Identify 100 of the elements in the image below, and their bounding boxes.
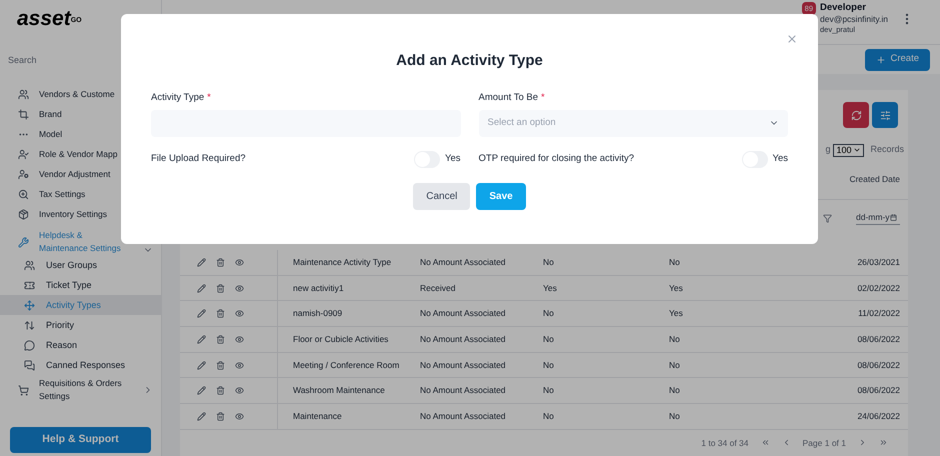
table-cell-text: No xyxy=(669,410,681,423)
first-page-icon[interactable] xyxy=(760,438,770,448)
view-icon[interactable] xyxy=(235,386,244,396)
view-icon[interactable] xyxy=(235,360,244,370)
table-row[interactable]: Maintenance Activity Type No Amount Associated No No 26/03/2021 xyxy=(180,250,908,276)
box-icon xyxy=(18,208,29,220)
table-row[interactable]: Floor or Cubicle Activities No Amount Associated No No 08/06/2022 xyxy=(180,327,908,353)
filter-icon[interactable] xyxy=(823,214,832,222)
table-row[interactable]: Maintenance No Amount Associated No No 24/06/2022 xyxy=(180,404,908,430)
edit-icon[interactable] xyxy=(197,334,206,344)
table-cell-text: Maintenance Activity Type xyxy=(292,256,392,269)
sidebar-item[interactable]: Ticket Type xyxy=(0,275,161,295)
table-cell-text: 08/06/2022 xyxy=(856,384,901,398)
edit-icon[interactable] xyxy=(197,258,206,267)
table-cell-text: Maintenance xyxy=(292,410,343,423)
delete-icon[interactable] xyxy=(216,386,225,396)
refresh-button[interactable] xyxy=(843,102,869,128)
table-cell-text: No Amount Associated xyxy=(420,384,507,398)
table-cell-text: No Amount Associated xyxy=(420,333,507,346)
calendar-icon xyxy=(890,214,897,221)
table-cell-text: Washroom Maintenance xyxy=(292,384,386,398)
table-cell-text: namish-0909 xyxy=(292,307,344,320)
table-cell-text: 26/03/2021 xyxy=(856,256,901,269)
search-field[interactable]: Search xyxy=(8,52,153,68)
table-row[interactable]: new activitiy1 Received Yes Yes 02/02/2022 xyxy=(180,276,908,302)
view-icon[interactable] xyxy=(235,309,244,318)
table-cell-text: No xyxy=(669,384,681,398)
sidebar-item[interactable]: Vendor Adjustment xyxy=(0,164,161,184)
edit-icon[interactable] xyxy=(197,309,206,318)
table-cell-text: No Amount Associated xyxy=(420,256,507,269)
table-cell-text: No xyxy=(543,333,555,346)
table-cell-text: No Amount Associated xyxy=(420,410,507,423)
field-label: Amount To Be xyxy=(478,90,538,104)
required-mark: * xyxy=(207,90,211,104)
wrench-icon xyxy=(18,236,29,248)
settings-button[interactable] xyxy=(872,102,898,128)
user-gear-icon xyxy=(18,168,29,180)
edit-icon[interactable] xyxy=(197,360,206,370)
view-icon[interactable] xyxy=(235,412,244,421)
view-icon[interactable] xyxy=(235,258,244,267)
column-header[interactable]: Created Date xyxy=(849,173,900,186)
required-mark: * xyxy=(541,90,545,104)
table-cell-text: 08/06/2022 xyxy=(856,333,901,346)
delete-icon[interactable] xyxy=(216,309,225,318)
edit-icon[interactable] xyxy=(197,386,206,396)
page-size-select[interactable]: 100 xyxy=(833,144,864,156)
last-page-icon[interactable] xyxy=(879,438,888,448)
table-cell-text: No Amount Associated xyxy=(420,307,507,320)
field-label: Activity Type xyxy=(151,90,204,104)
table-row[interactable]: Meeting / Conference Room No Amount Associated No No 08/06/2022 xyxy=(180,352,908,378)
table-cell-text: No Amount Associated xyxy=(420,358,507,372)
delete-icon[interactable] xyxy=(216,360,225,370)
next-page-icon[interactable] xyxy=(858,438,867,448)
delete-icon[interactable] xyxy=(216,334,225,344)
delete-icon[interactable] xyxy=(216,412,225,421)
user-name: Developer xyxy=(820,2,867,14)
edit-icon[interactable] xyxy=(197,284,206,293)
edit-icon[interactable] xyxy=(197,412,206,421)
sliders-icon xyxy=(880,110,890,120)
table-cell-text: No xyxy=(669,358,681,372)
table-row[interactable]: namish-0909 No Amount Associated No Yes 11/02/2022 xyxy=(180,301,908,328)
sidebar-item[interactable]: Requisitions & Orders Settings xyxy=(0,377,161,403)
sidebar-item[interactable]: Inventory Settings xyxy=(0,204,161,224)
delete-icon[interactable] xyxy=(216,258,225,267)
table-cell-text: Yes xyxy=(669,307,684,320)
sidebar-item[interactable]: Reason xyxy=(0,335,161,355)
table-cell-text: Floor or Cubicle Activities xyxy=(292,333,390,346)
up-down-arrow-icon xyxy=(24,320,35,330)
close-icon[interactable] xyxy=(786,33,798,45)
view-icon[interactable] xyxy=(235,284,244,293)
sidebar-item[interactable]: Tax Settings xyxy=(0,184,161,204)
toggle-text: Yes xyxy=(445,152,460,166)
sidebar-item[interactable]: Model xyxy=(0,124,161,144)
toggle-label: OTP required for closing the activity? xyxy=(478,152,634,166)
view-icon[interactable] xyxy=(235,334,244,344)
date-filter-field[interactable]: dd-mm-y xyxy=(856,211,900,225)
toggle-text: Yes xyxy=(772,152,788,166)
sidebar-item[interactable]: Priority xyxy=(0,315,161,335)
showing-text: g xyxy=(825,143,830,156)
user-check-icon xyxy=(18,148,29,160)
table-row[interactable]: Washroom Maintenance No Amount Associated No No 08/06/2022 xyxy=(180,378,908,404)
refresh-icon xyxy=(850,110,862,120)
users-icon xyxy=(24,260,35,270)
table-cell-text: 24/06/2022 xyxy=(856,410,901,423)
table-cell-text: No xyxy=(669,333,681,346)
select-placeholder: Select an option xyxy=(488,116,556,130)
sidebar-item[interactable]: Canned Responses xyxy=(0,355,161,375)
chevron-down-icon xyxy=(853,146,862,154)
delete-icon[interactable] xyxy=(216,284,225,293)
toggle-label: File Upload Required? xyxy=(151,152,246,166)
modal-title: Add an Activity Type xyxy=(395,51,544,71)
speech-bubble-icon xyxy=(24,340,35,350)
records-label: Records xyxy=(870,143,904,156)
user-email: dev@pcsinfinity.in xyxy=(820,14,888,24)
sidebar-item[interactable]: Brand xyxy=(0,104,161,124)
table-cell-text: 02/02/2022 xyxy=(856,282,901,294)
sidebar-item[interactable]: User Groups xyxy=(0,255,161,275)
cancel-button[interactable]: Cancel xyxy=(413,182,470,210)
table-cell-text: No xyxy=(543,358,555,372)
cart-icon xyxy=(18,384,29,396)
